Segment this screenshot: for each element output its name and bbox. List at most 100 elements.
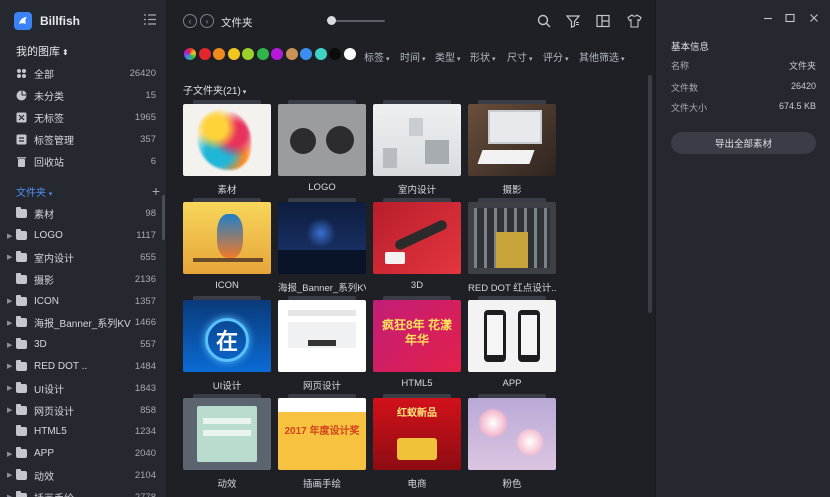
library-selector[interactable]: 我的图库 ⬍ <box>16 43 69 59</box>
color-swatch[interactable] <box>300 48 312 60</box>
sidebar-scrollbar[interactable] <box>162 195 165 240</box>
back-button[interactable]: ‹ <box>183 14 197 28</box>
expand-caret-icon[interactable]: ▶ <box>7 319 12 327</box>
subfolder-card[interactable]: 粉色 <box>468 394 556 490</box>
subfolder-card[interactable]: 素材 <box>183 100 271 196</box>
subfolder-thumbnail[interactable]: 在 <box>183 300 271 372</box>
filter-dropdown[interactable]: 类型 ▾ <box>435 49 461 64</box>
subfolder-thumbnail[interactable] <box>373 104 461 176</box>
minimize-icon[interactable] <box>762 12 774 24</box>
zoom-slider-handle[interactable] <box>327 16 336 25</box>
color-swatch[interactable] <box>271 48 283 60</box>
filter-dropdown[interactable]: 其他筛选 ▾ <box>579 49 625 64</box>
subfolder-header[interactable]: 子文件夹(21) ▾ <box>183 82 246 97</box>
subfolder-card[interactable]: 红蚁新品 电商 <box>373 394 461 490</box>
subfolder-thumbnail[interactable] <box>468 104 556 176</box>
expand-caret-icon[interactable]: ▶ <box>7 232 12 240</box>
filter-dropdown[interactable]: 时间 ▾ <box>400 49 426 64</box>
subfolder-card[interactable]: 疯狂8年 花漾年华 HTML5 <box>373 296 461 389</box>
sidebar-folder-item[interactable]: ▶ 动效 2104 <box>0 465 160 487</box>
forward-button[interactable]: › <box>200 14 214 28</box>
color-swatch[interactable] <box>198 48 211 60</box>
sidebar-folder-item[interactable]: ▶ RED DOT .. 1484 <box>0 356 160 378</box>
color-swatch[interactable] <box>343 48 356 60</box>
expand-caret-icon[interactable]: ▶ <box>7 253 12 261</box>
sidebar-folder-item[interactable]: ▶ ICON 1357 <box>0 290 160 312</box>
subfolder-thumbnail[interactable]: 2017 年度设计奖 <box>278 398 366 470</box>
sidebar-folder-item[interactable]: 摄影 2136 <box>0 268 160 290</box>
menu-icon[interactable] <box>144 14 156 28</box>
color-swatch[interactable] <box>256 48 269 60</box>
expand-caret-icon[interactable]: ▶ <box>7 297 12 305</box>
subfolder-card[interactable]: 在 UI设计 <box>183 296 271 392</box>
sidebar-item-tag-manage[interactable]: 标签管理 357 <box>0 128 160 150</box>
subfolder-thumbnail[interactable] <box>183 398 271 470</box>
sidebar-folder-item[interactable]: ▶ 海报_Banner_系列KV 1466 <box>0 312 160 334</box>
sidebar-folder-item[interactable]: ▶ APP 2040 <box>0 443 160 465</box>
subfolder-card[interactable]: 2017 年度设计奖 插画手绘 <box>278 394 366 490</box>
color-swatch[interactable] <box>227 48 240 60</box>
expand-caret-icon[interactable]: ▶ <box>7 362 12 370</box>
sidebar-item-untagged[interactable]: 无标签 1965 <box>0 107 160 129</box>
subfolder-card[interactable]: 3D <box>373 198 461 291</box>
color-swatch[interactable] <box>285 48 298 60</box>
color-swatch[interactable] <box>213 48 225 60</box>
subfolder-thumbnail[interactable] <box>183 202 271 274</box>
subfolder-card[interactable]: 动效 <box>183 394 271 490</box>
color-swatch[interactable] <box>314 48 327 60</box>
expand-caret-icon[interactable]: ▶ <box>7 493 12 497</box>
theme-shirt-icon[interactable] <box>626 13 642 29</box>
subfolder-card[interactable]: ICON <box>183 198 271 291</box>
expand-caret-icon[interactable]: ▶ <box>7 450 12 458</box>
subfolder-thumbnail[interactable] <box>468 398 556 470</box>
sidebar-folder-item[interactable]: ▶ 插画手绘2778 <box>0 486 160 497</box>
subfolder-thumbnail[interactable] <box>278 300 366 372</box>
filter-dropdown[interactable]: 评分 ▾ <box>543 49 569 64</box>
subfolder-thumbnail[interactable]: 红蚁新品 <box>373 398 461 470</box>
layout-icon[interactable] <box>595 13 611 29</box>
color-swatch[interactable] <box>329 48 341 60</box>
expand-caret-icon[interactable]: ▶ <box>7 384 12 392</box>
subfolder-card[interactable]: 室内设计 <box>373 100 461 196</box>
sidebar-folder-item[interactable]: ▶ 3D 557 <box>0 334 160 356</box>
subfolder-card[interactable]: 摄影 <box>468 100 556 196</box>
subfolder-thumbnail[interactable] <box>373 202 461 274</box>
expand-caret-icon[interactable]: ▶ <box>7 341 12 349</box>
sidebar-item-uncategorized[interactable]: 未分类 15 <box>0 85 160 107</box>
sidebar-folder-item[interactable]: ▶ LOGO 1117 <box>0 225 160 247</box>
subfolder-thumbnail[interactable] <box>468 202 556 274</box>
subfolder-card[interactable]: RED DOT 红点设计.. <box>468 198 556 294</box>
sidebar-item-trash[interactable]: 回收站 6 <box>0 150 160 172</box>
sidebar-folder-item[interactable]: 素材 98 <box>0 203 160 225</box>
filter-dropdown[interactable]: 形状 ▾ <box>470 49 496 64</box>
subfolder-thumbnail[interactable] <box>278 104 366 176</box>
subfolder-card[interactable]: 网页设计 <box>278 296 366 392</box>
maximize-icon[interactable] <box>784 12 796 24</box>
subfolder-thumbnail[interactable] <box>278 202 366 274</box>
expand-caret-icon[interactable]: ▶ <box>7 406 12 414</box>
sidebar-folder-item[interactable]: ▶ UI设计 1843 <box>0 377 160 399</box>
zoom-slider[interactable] <box>330 20 385 22</box>
filter-dropdown[interactable]: 标签 ▾ <box>364 49 390 64</box>
export-all-button[interactable]: 导出全部素材 <box>671 132 816 154</box>
subfolder-card[interactable]: APP <box>468 296 556 389</box>
expand-caret-icon[interactable]: ▶ <box>7 471 12 479</box>
subfolder-thumbnail[interactable] <box>468 300 556 372</box>
color-wheel-icon[interactable] <box>184 48 196 60</box>
search-icon[interactable] <box>536 13 552 29</box>
sidebar-item-all[interactable]: 全部 26420 <box>0 63 160 85</box>
folders-header[interactable]: 文件夹 ▾ + <box>16 183 160 199</box>
sidebar-folder-item[interactable]: ▶ 网页设计 858 <box>0 399 160 421</box>
subfolder-card[interactable]: LOGO <box>278 100 366 193</box>
sidebar-folder-item[interactable]: ▶ 室内设计 655 <box>0 247 160 269</box>
filter-icon[interactable] <box>565 13 581 29</box>
add-folder-icon[interactable]: + <box>152 183 160 199</box>
subfolder-card[interactable]: 海报_Banner_系列KV <box>278 198 366 294</box>
subfolder-thumbnail[interactable] <box>183 104 271 176</box>
close-icon[interactable] <box>808 12 820 24</box>
filter-dropdown[interactable]: 尺寸 ▾ <box>507 49 533 64</box>
sidebar-folder-item[interactable]: HTML5 1234 <box>0 421 160 443</box>
color-swatch[interactable] <box>242 48 254 60</box>
main-scrollbar[interactable] <box>648 75 652 313</box>
subfolder-thumbnail[interactable]: 疯狂8年 花漾年华 <box>373 300 461 372</box>
